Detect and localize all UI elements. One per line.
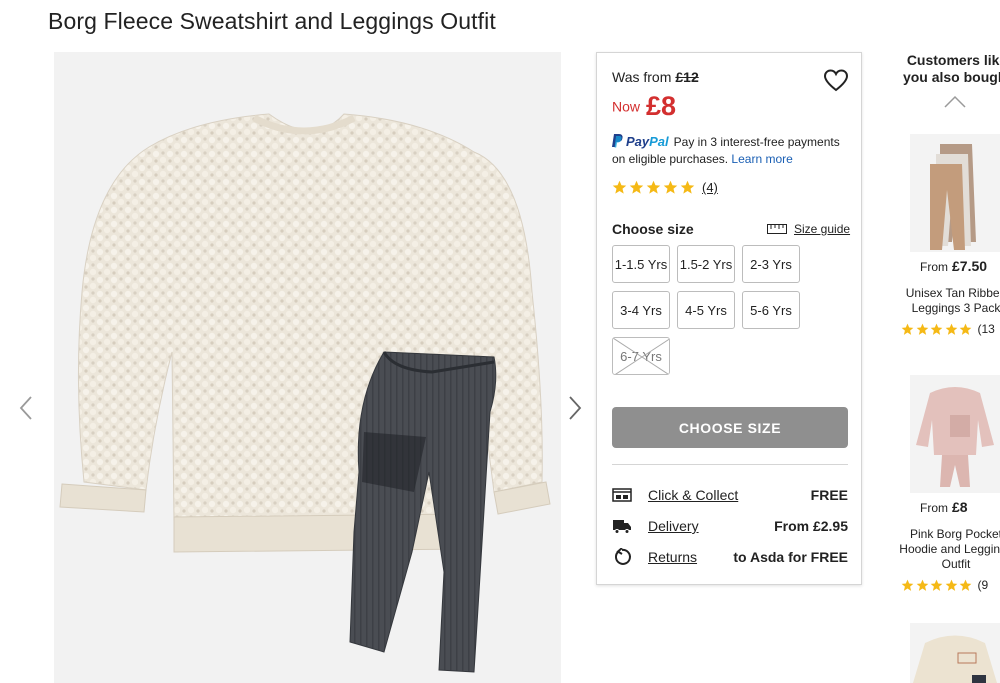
size-option-button[interactable]: 1.5-2 Yrs bbox=[677, 245, 735, 283]
delivery-value: From £2.95 bbox=[774, 518, 848, 534]
delivery-link[interactable]: Click & Collect bbox=[648, 487, 811, 503]
buy-box: Was from £12 Now £8 PayPal Pay in 3 interes… bbox=[596, 52, 862, 585]
paypal-message: PayPal Pay in 3 interest-free payments on… bbox=[612, 133, 852, 168]
now-price: £8 bbox=[646, 91, 677, 121]
recommendation-image-leggings[interactable] bbox=[910, 134, 1000, 252]
recommendation-image-hoodie[interactable] bbox=[910, 375, 1000, 493]
next-image-arrow[interactable] bbox=[565, 394, 585, 422]
truck-icon bbox=[612, 517, 632, 535]
star-icon bbox=[930, 579, 943, 592]
ruler-icon bbox=[767, 224, 787, 234]
recommendation-image-sweatshirt[interactable] bbox=[910, 623, 1000, 683]
rec-rating-stars bbox=[901, 323, 974, 336]
size-option-button[interactable]: 3-4 Yrs bbox=[612, 291, 670, 329]
chevron-up-icon[interactable] bbox=[944, 95, 966, 108]
recommendation-name[interactable]: Pink Borg Pocket Hoodie and Leggings Out… bbox=[897, 527, 1000, 572]
recommendations-title: Customers like you also bought bbox=[902, 52, 1000, 85]
was-label: Was from bbox=[612, 69, 672, 85]
paypal-logo-pal: Pal bbox=[649, 134, 669, 149]
product-photo bbox=[59, 113, 551, 673]
rec-price-value: £8 bbox=[952, 499, 968, 515]
delivery-link[interactable]: Delivery bbox=[648, 518, 774, 534]
recommendation-price: From £7.50 bbox=[920, 258, 987, 274]
was-price: £12 bbox=[675, 69, 699, 85]
star-icon bbox=[646, 180, 661, 195]
now-price-line: Now £8 bbox=[612, 91, 676, 122]
product-rating[interactable]: (4) bbox=[612, 180, 718, 195]
rec-rating-stars bbox=[901, 579, 974, 592]
choose-size-label: Choose size bbox=[612, 221, 694, 237]
recommendation-name[interactable]: Unisex Tan Ribbed Leggings 3 Pack bbox=[897, 286, 1000, 316]
size-option-button[interactable]: 4-5 Yrs bbox=[677, 291, 735, 329]
star-icon bbox=[629, 180, 644, 195]
size-option-button[interactable]: 2-3 Yrs bbox=[742, 245, 800, 283]
delivery-link[interactable]: Returns bbox=[648, 549, 733, 565]
recommendation-price: From £8 bbox=[920, 499, 968, 515]
delivery-value: to Asda for FREE bbox=[733, 549, 848, 565]
star-icon bbox=[612, 180, 627, 195]
star-icon bbox=[680, 180, 695, 195]
rec-review-count: (9 bbox=[977, 578, 989, 592]
recommendations-panel: Customers like you also bought From £7.50… bbox=[897, 52, 1000, 683]
recommendation-rating: (9 bbox=[901, 578, 988, 592]
star-icon bbox=[930, 323, 943, 336]
rec-review-count: (13 bbox=[977, 322, 995, 336]
paypal-learn-more-link[interactable]: Learn more bbox=[731, 152, 792, 166]
rating-stars bbox=[612, 180, 697, 195]
recommendation-rating: (13 bbox=[901, 322, 995, 336]
star-icon bbox=[916, 323, 929, 336]
rec-from-label: From bbox=[920, 501, 948, 515]
return-icon bbox=[612, 547, 632, 566]
choose-size-button[interactable]: CHOOSE SIZE bbox=[612, 407, 848, 448]
star-icon bbox=[959, 323, 972, 336]
review-count-link[interactable]: (4) bbox=[702, 180, 718, 195]
size-option-button[interactable]: 1-1.5 Yrs bbox=[612, 245, 670, 283]
rec-price-value: £7.50 bbox=[952, 258, 988, 274]
star-icon bbox=[901, 323, 914, 336]
delivery-value: FREE bbox=[810, 487, 848, 503]
divider bbox=[612, 464, 848, 465]
star-icon bbox=[945, 323, 958, 336]
now-label: Now bbox=[612, 98, 641, 115]
size-option-button[interactable]: 5-6 Yrs bbox=[742, 291, 800, 329]
delivery-row: Returns to Asda for FREE bbox=[612, 547, 848, 567]
paypal-icon bbox=[612, 134, 623, 148]
size-guide-label: Size guide bbox=[794, 222, 851, 236]
size-guide-link[interactable]: Size guide bbox=[767, 222, 850, 236]
star-icon bbox=[916, 579, 929, 592]
star-icon bbox=[663, 180, 678, 195]
prev-image-arrow[interactable] bbox=[16, 394, 36, 422]
unavailable-cross-icon bbox=[613, 338, 669, 374]
rec-from-label: From bbox=[920, 260, 948, 274]
delivery-row: Delivery From £2.95 bbox=[612, 516, 848, 536]
paypal-logo-pay: Pay bbox=[626, 134, 650, 149]
page-title: Borg Fleece Sweatshirt and Leggings Outf… bbox=[48, 8, 496, 34]
delivery-row: Click & Collect FREE bbox=[612, 485, 848, 505]
size-option-button[interactable]: 6-7 Yrs bbox=[612, 337, 670, 375]
star-icon bbox=[959, 579, 972, 592]
star-icon bbox=[945, 579, 958, 592]
product-image[interactable] bbox=[54, 52, 561, 683]
paypal-logo: PayPal bbox=[626, 134, 669, 149]
star-icon bbox=[901, 579, 914, 592]
wishlist-heart-icon[interactable] bbox=[823, 68, 849, 94]
store-icon bbox=[612, 486, 632, 504]
was-price-line: Was from £12 bbox=[612, 69, 699, 85]
